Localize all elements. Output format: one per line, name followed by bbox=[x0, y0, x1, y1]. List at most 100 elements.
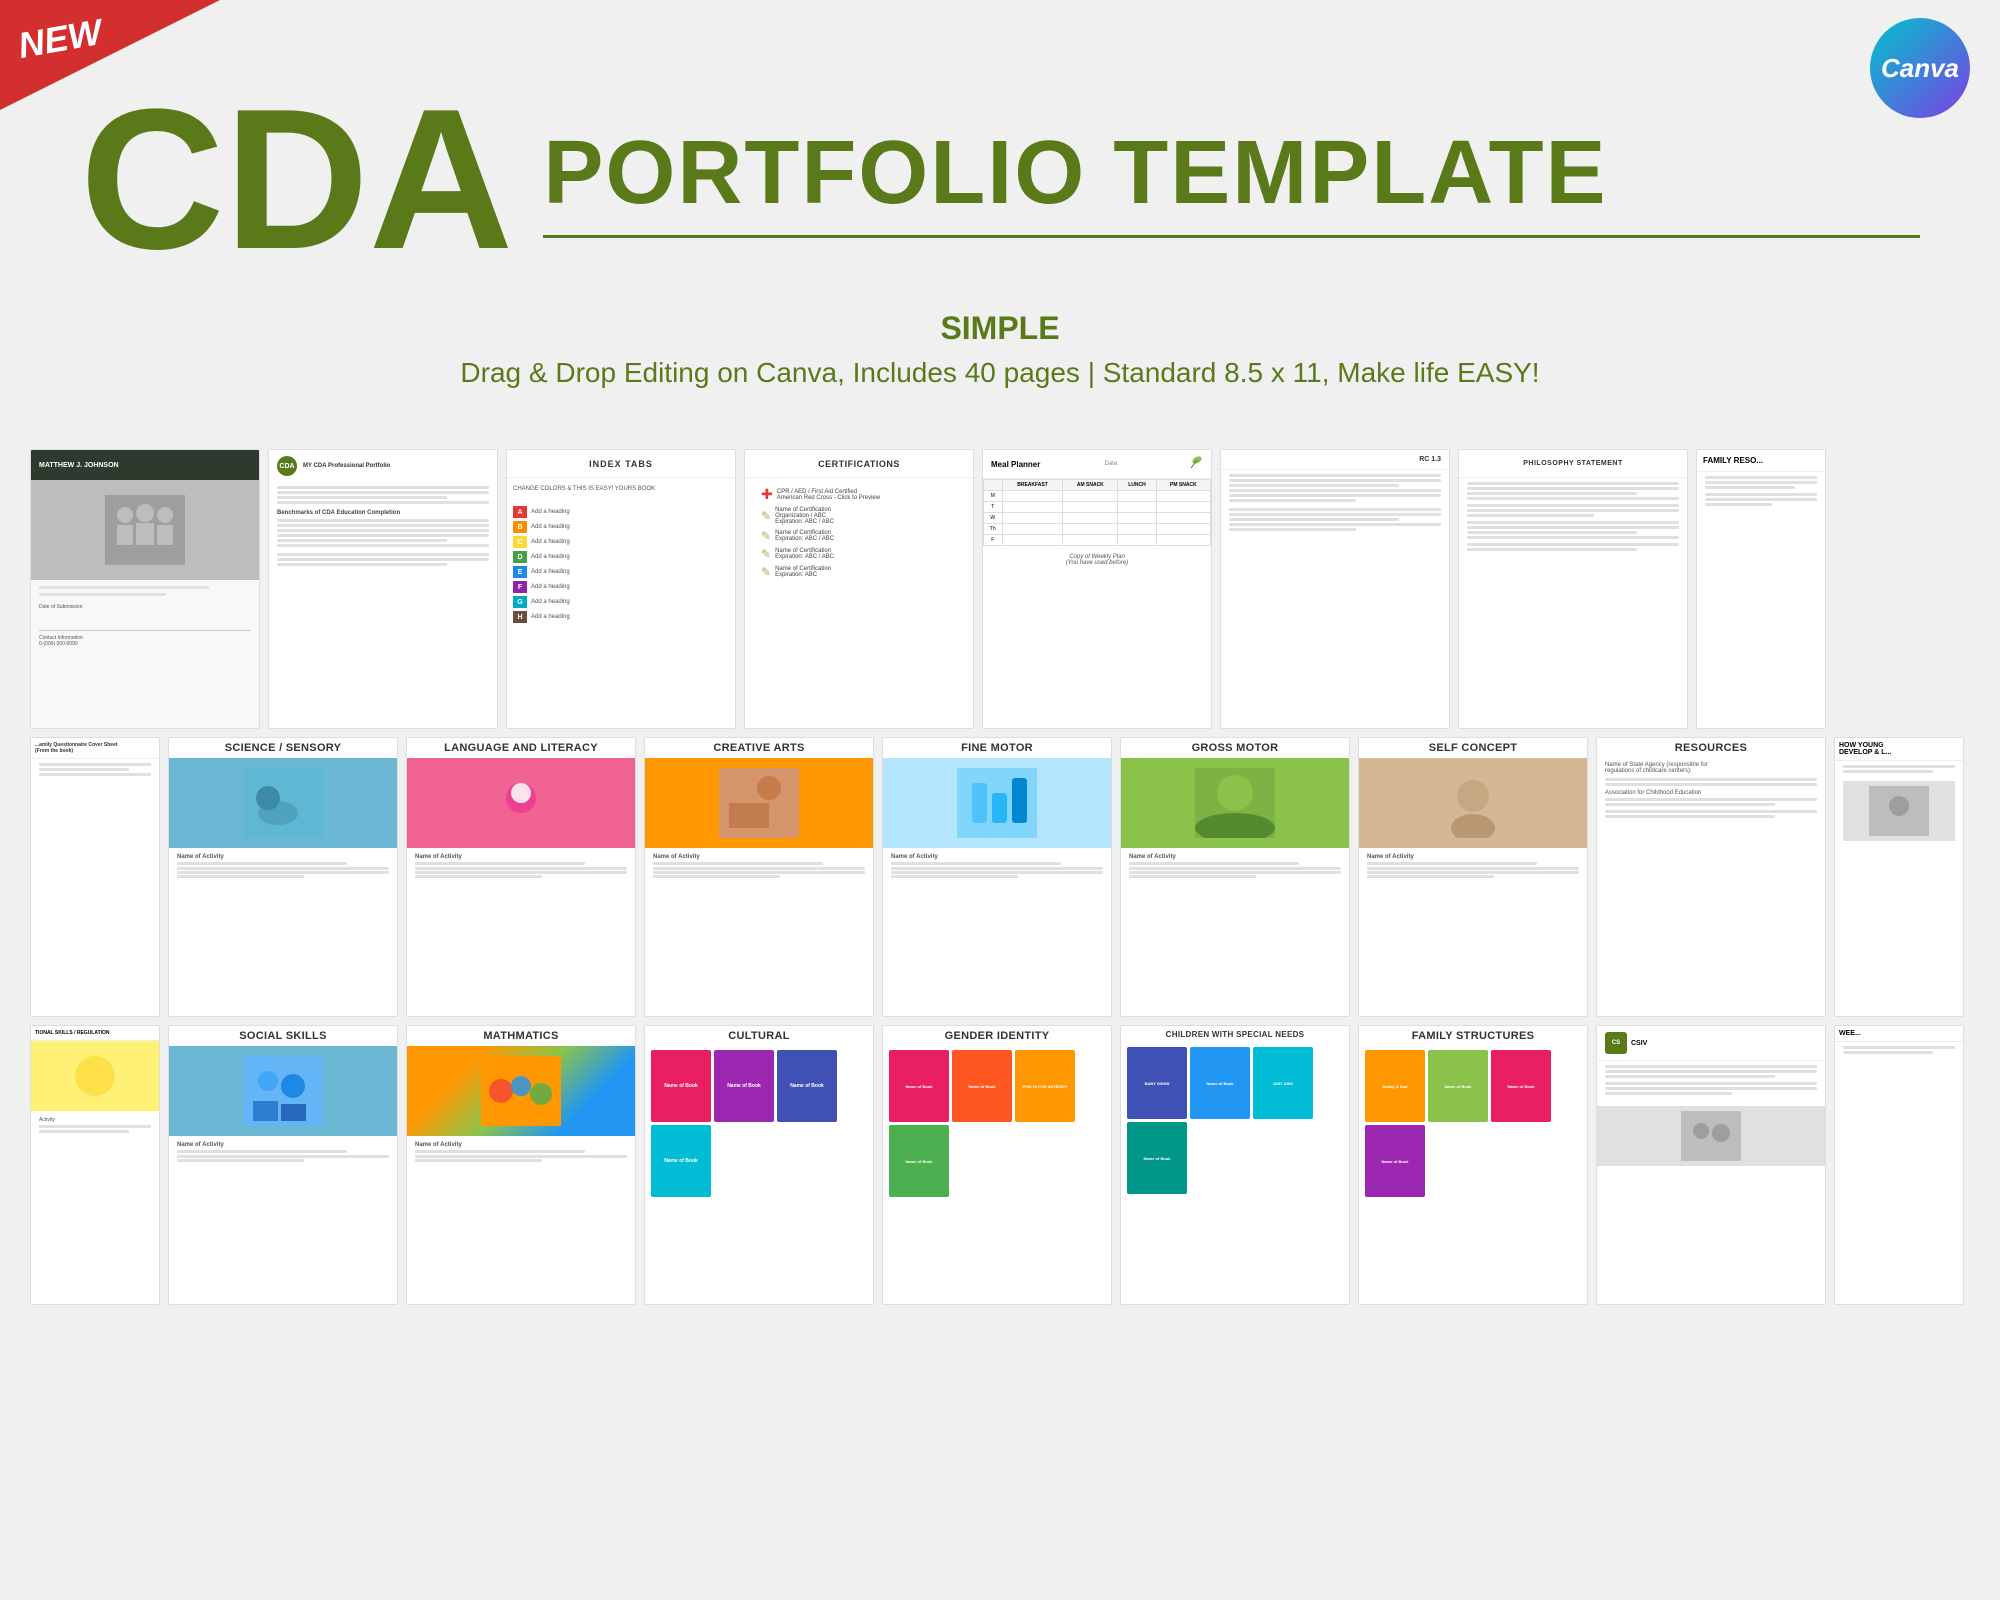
preview-card-index: INDEX TABS CHANGE COLORS & THIS IS EASY!… bbox=[506, 449, 736, 729]
cert-icon-5: ✎ bbox=[761, 565, 771, 579]
cultural-book-1: Name of Book bbox=[651, 1050, 711, 1122]
social-skills-photo bbox=[169, 1046, 397, 1136]
creative-arts-activity-label: Name of Activity bbox=[653, 854, 865, 860]
summary-cda-logo: CDA bbox=[279, 463, 294, 470]
cert-icon-1: ✚ bbox=[761, 486, 773, 503]
preview-card-children-special-needs: CHILDREN WITH SPECIAL NEEDS BABY SIGNS N… bbox=[1120, 1025, 1350, 1305]
cultural-books: Name of Book Name of Book Name of Book N… bbox=[645, 1046, 873, 1201]
how-young-content bbox=[1835, 761, 1963, 845]
meal-cell-42 bbox=[1063, 524, 1118, 535]
meal-cell-31 bbox=[1002, 513, 1063, 524]
index-label-b: Add a heading bbox=[531, 524, 570, 530]
fine-motor-title: FINE MOTOR bbox=[883, 738, 1111, 758]
cert-icon-2: ✎ bbox=[761, 509, 771, 523]
philosophy-title: PHILOSOPHY STATEMENT bbox=[1523, 460, 1622, 467]
canva-logo-text: Canva bbox=[1881, 53, 1959, 84]
philosophy-content bbox=[1459, 478, 1687, 558]
resources-title: RESOURCES bbox=[1597, 738, 1825, 758]
description-text: Drag & Drop Editing on Canva, Includes 4… bbox=[80, 357, 1920, 389]
index-instruction: CHANGE COLORS & THIS IS EASY! YOURS BOOK bbox=[507, 478, 735, 500]
preview-card-family-resources: FAMILY RESO... bbox=[1696, 449, 1826, 729]
meal-title: Meal Planner bbox=[991, 460, 1040, 469]
meal-cell-52 bbox=[1063, 535, 1118, 546]
preview-card-tional-skills: TIONAL SKILLS / REGULATION Activity bbox=[30, 1025, 160, 1305]
fine-motor-content: Name of Activity bbox=[883, 848, 1111, 887]
gross-motor-photo bbox=[1121, 758, 1349, 848]
meal-col-blank bbox=[984, 480, 1003, 491]
meal-cell-41 bbox=[1002, 524, 1063, 535]
gender-book-3: PINK IS FOR ANYBODY bbox=[1015, 1050, 1075, 1122]
gender-title: GENDER IDENTITY bbox=[883, 1026, 1111, 1046]
meal-cell-34 bbox=[1156, 513, 1210, 524]
meal-col-pm-snack: PM SNACK bbox=[1156, 480, 1210, 491]
meal-day-3: W bbox=[984, 513, 1003, 524]
family-structures-book-1: Daddy & Dad bbox=[1365, 1050, 1425, 1122]
meal-cell-43 bbox=[1118, 524, 1157, 535]
preview-card-creative-arts: CREATIVE ARTS Name of Activity bbox=[644, 737, 874, 1017]
tional-skills-photo bbox=[31, 1041, 159, 1111]
family-structures-book-4: Name of Book bbox=[1365, 1125, 1425, 1197]
meal-date: Date: bbox=[1105, 461, 1119, 467]
meal-col-lunch: LUNCH bbox=[1118, 480, 1157, 491]
index-letter-f: F bbox=[513, 581, 527, 593]
preview-card-csiv: CS CSIV bbox=[1596, 1025, 1826, 1305]
meal-cell-51 bbox=[1002, 535, 1063, 546]
resources-content: Name of State Agency (responsible forreg… bbox=[1597, 758, 1825, 825]
children-special-book-2: Name of Book bbox=[1190, 1047, 1250, 1119]
philosophy-header: PHILOSOPHY STATEMENT bbox=[1459, 450, 1687, 478]
cert-text-3: Name of CertificationExpiration: ABC / A… bbox=[775, 530, 834, 542]
meal-cell-53 bbox=[1118, 535, 1157, 546]
simple-label: SIMPLE bbox=[80, 310, 1920, 347]
index-label-e: Add a heading bbox=[531, 569, 570, 575]
children-special-book-1: BABY SIGNS bbox=[1127, 1047, 1187, 1119]
index-letter-a: A bbox=[513, 506, 527, 518]
preview-card-rc: RC 1.3 bbox=[1220, 449, 1450, 729]
canva-logo: Canva bbox=[1870, 18, 1970, 118]
preview-card-certifications: CERTIFICATIONS ✚ CPR / AED / First Aid C… bbox=[744, 449, 974, 729]
index-bar-f: F Add a heading bbox=[507, 581, 735, 593]
gender-book-2: Name of Book bbox=[952, 1050, 1012, 1122]
csiv-photo bbox=[1597, 1106, 1825, 1166]
preview-card-family-questionnaire: ...amily Questionnaire Cover Sheet(From … bbox=[30, 737, 160, 1017]
cert-text-2: Name of CertificationOrganization / ABCE… bbox=[775, 507, 834, 525]
preview-card-resources: RESOURCES Name of State Agency (responsi… bbox=[1596, 737, 1826, 1017]
meal-row-3: W bbox=[984, 513, 1211, 524]
preview-card-cover: MATTHEW J. JOHNSON Date of Submission bbox=[30, 449, 260, 729]
title-row: CDA PORTFOLIO TEMPLATE bbox=[80, 80, 1920, 280]
resources-line-2: Association for Childhood Education bbox=[1605, 790, 1817, 796]
new-banner: NEW bbox=[0, 0, 220, 110]
index-bar-a: A Add a heading bbox=[507, 506, 735, 518]
preview-card-mathmatics: MATHMATICS Name of Activity bbox=[406, 1025, 636, 1305]
gender-book-4: Name of Book bbox=[889, 1125, 949, 1197]
preview-card-family-structures: FAMILY STRUCTURES Daddy & Dad Name of Bo… bbox=[1358, 1025, 1588, 1305]
language-activity-label: Name of Activity bbox=[415, 854, 627, 860]
index-letter-h: H bbox=[513, 611, 527, 623]
children-special-title: CHILDREN WITH SPECIAL NEEDS bbox=[1121, 1026, 1349, 1043]
wee-content bbox=[1835, 1042, 1963, 1060]
csiv-content bbox=[1597, 1061, 1825, 1102]
gross-motor-activity-label: Name of Activity bbox=[1129, 854, 1341, 860]
wee-title: WEE... bbox=[1835, 1026, 1963, 1042]
index-title: INDEX TABS bbox=[589, 459, 653, 469]
index-label-d: Add a heading bbox=[531, 554, 570, 560]
science-content: Name of Activity bbox=[169, 848, 397, 887]
family-q-title: ...amily Questionnaire Cover Sheet(From … bbox=[31, 738, 159, 759]
csiv-logo-text: CS bbox=[1612, 1040, 1620, 1046]
cert-row-5: ✎ Name of CertificationExpiration: ABC bbox=[753, 565, 965, 579]
meal-footnote: Copy of Weekly Plan(You have used before… bbox=[983, 554, 1211, 566]
meal-cell-33 bbox=[1118, 513, 1157, 524]
meal-row-5: F bbox=[984, 535, 1211, 546]
mathmatics-photo bbox=[407, 1046, 635, 1136]
gender-books: Name of Book Name of Book PINK IS FOR AN… bbox=[883, 1046, 1111, 1201]
preview-container: MATTHEW J. JOHNSON Date of Submission bbox=[0, 449, 2000, 1305]
science-activity-label: Name of Activity bbox=[177, 854, 389, 860]
cda-title: CDA bbox=[80, 80, 513, 280]
cert-text-5: Name of CertificationExpiration: ABC bbox=[775, 566, 831, 578]
meal-cell-44 bbox=[1156, 524, 1210, 535]
how-young-image bbox=[1869, 786, 1929, 836]
summary-section-title: Benchmarks of CDA Education Completion bbox=[277, 510, 489, 516]
meal-day-5: F bbox=[984, 535, 1003, 546]
rc-number: RC 1.3 bbox=[1221, 450, 1449, 470]
tional-skills-image bbox=[65, 1046, 125, 1106]
summary-text-lines: Benchmarks of CDA Education Completion bbox=[269, 482, 497, 573]
